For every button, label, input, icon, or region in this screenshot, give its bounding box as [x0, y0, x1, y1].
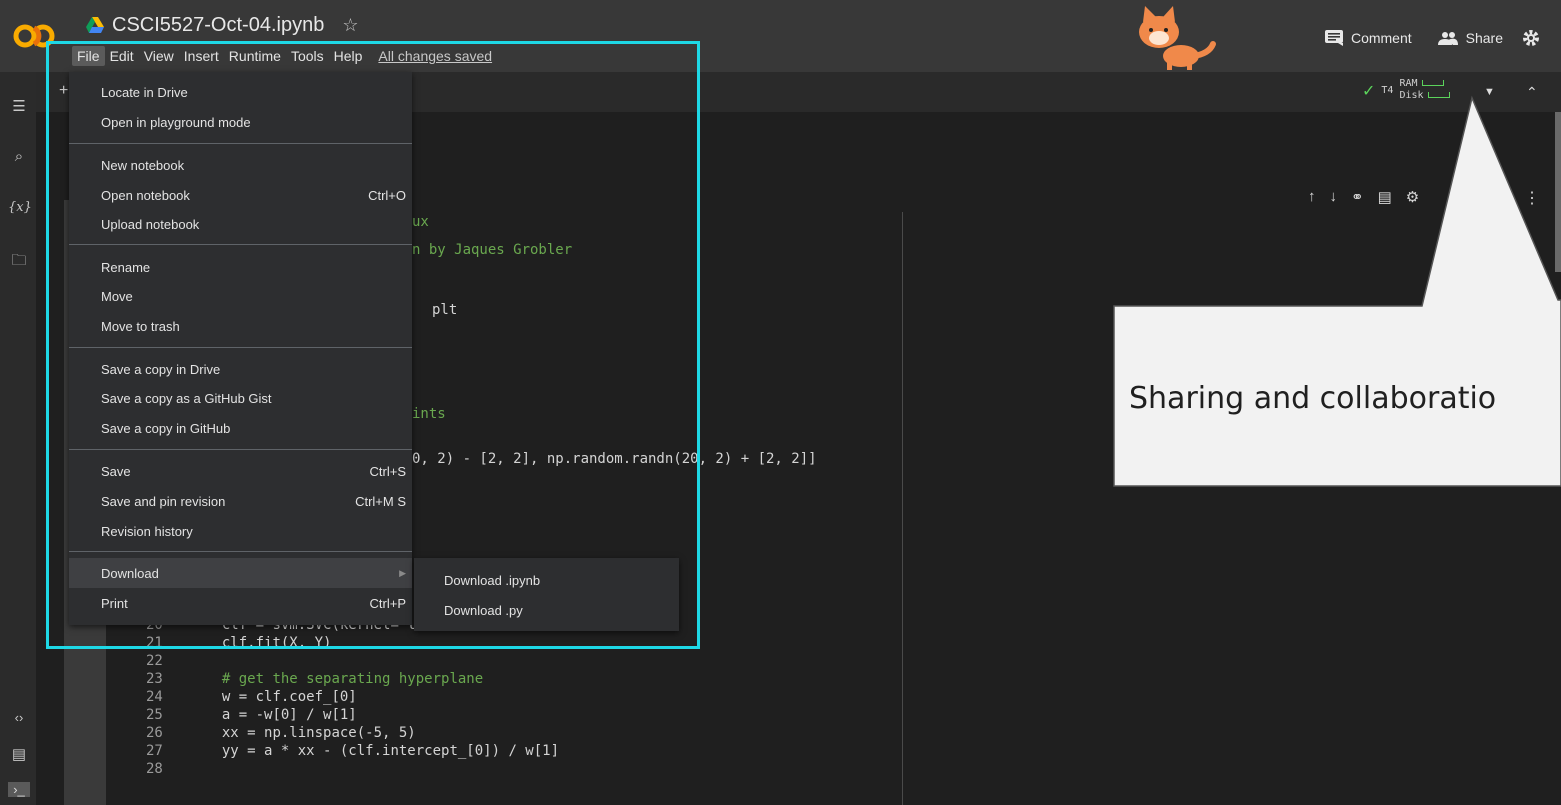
code-line-26: 26 xx = np.linspace(-5, 5): [146, 724, 416, 742]
files-folder-icon[interactable]: 🗀: [8, 250, 30, 275]
line-number: 25: [146, 707, 163, 723]
ram-bar: [1421, 80, 1444, 86]
comment-label: Comment: [1350, 30, 1412, 46]
code-line-27: 27 yy = a * xx - (clf.intercept_[0]) / w…: [146, 742, 559, 760]
code-text: xx = np.linspace(-5, 5): [221, 725, 416, 741]
title-row: CSCI5527-Oct-04.ipynb ☆: [86, 12, 358, 38]
line-number: 26: [146, 725, 163, 741]
code-line-28: 28: [146, 760, 163, 778]
callout-text: Sharing and collaboratio: [1129, 381, 1497, 416]
star-icon[interactable]: ☆: [342, 15, 358, 36]
table-of-contents-icon[interactable]: ☰: [8, 97, 30, 115]
code-line-22: 22: [146, 652, 163, 670]
code-text: a = -w[0] / w[1]: [221, 707, 357, 723]
code-line-23: 23 # get the separating hyperplane: [146, 670, 483, 688]
search-icon[interactable]: ⌕: [8, 148, 30, 165]
code-text: # get the separating hyperplane: [221, 671, 484, 687]
code-text: yy = a * xx - (clf.intercept_[0]) / w[1]: [221, 743, 560, 759]
line-number: 27: [146, 743, 163, 759]
line-number: 22: [146, 653, 163, 669]
settings-gear-icon[interactable]: [1521, 28, 1541, 48]
cat-mascot-image: [1139, 6, 1216, 70]
comment-button[interactable]: Comment: [1317, 30, 1420, 46]
ram-label: RAM: [1399, 78, 1418, 89]
notebook-title[interactable]: CSCI5527-Oct-04.ipynb: [112, 14, 324, 37]
line-number: 24: [146, 689, 163, 705]
share-button[interactable]: Share: [1430, 30, 1511, 46]
share-label: Share: [1465, 30, 1503, 46]
variables-icon[interactable]: {x}: [8, 200, 32, 215]
code-line-24: 24 w = clf.coef_[0]: [146, 688, 357, 706]
header-actions: Comment Share: [1317, 24, 1541, 52]
code-line-25: 25 a = -w[0] / w[1]: [146, 706, 357, 724]
comment-icon: [1324, 30, 1343, 46]
code-text: w = clf.coef_[0]: [221, 689, 357, 705]
output-divider: [902, 212, 903, 805]
people-icon: [1437, 32, 1458, 45]
left-sidebar: [0, 72, 36, 805]
command-palette-icon[interactable]: ▤: [8, 745, 30, 763]
speech-callout-bubble: [1113, 95, 1561, 487]
code-snippets-icon[interactable]: ‹›: [8, 710, 30, 725]
google-drive-icon[interactable]: [86, 17, 104, 33]
terminal-icon[interactable]: ›_: [8, 782, 30, 797]
annotation-highlight-box: [46, 41, 700, 649]
line-number: 23: [146, 671, 163, 687]
line-number: 28: [146, 761, 163, 777]
